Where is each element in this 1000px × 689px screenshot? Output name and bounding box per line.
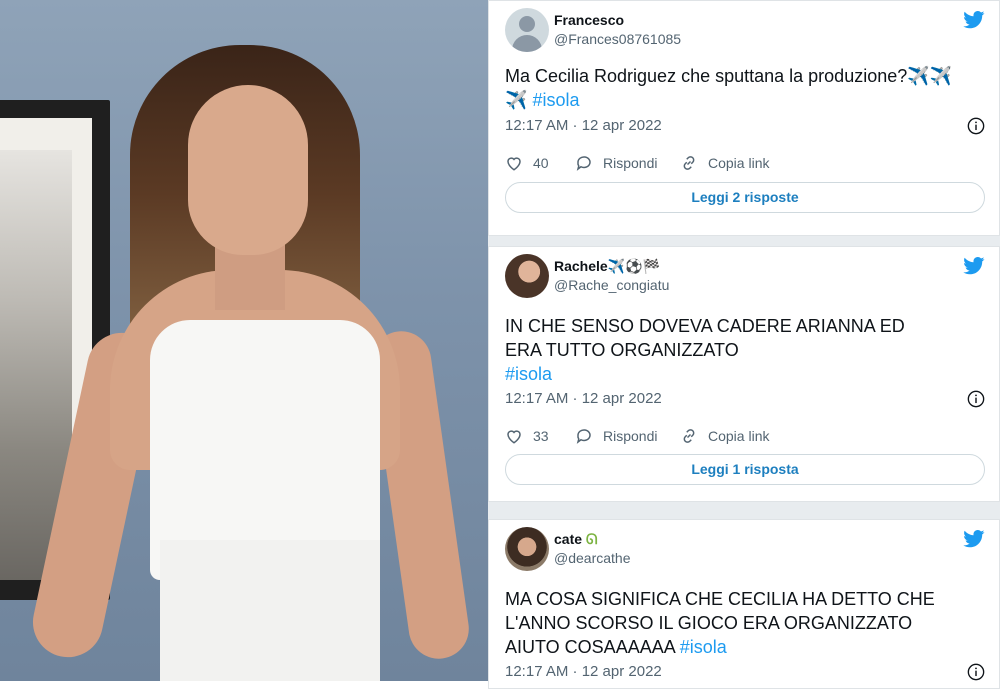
tweet-timestamp[interactable]: 12:17 AM · 12 apr 2022 <box>505 117 662 134</box>
reply-button[interactable]: Rispondi <box>575 427 657 445</box>
tweet-photo <box>0 0 488 681</box>
heart-icon <box>507 157 521 171</box>
link-icon <box>683 156 695 170</box>
info-icon[interactable] <box>967 663 985 681</box>
heart-icon <box>507 430 521 444</box>
white-shorts <box>160 540 380 681</box>
tweet-card: Francesco @Frances08761085 Ma Cecilia Ro… <box>488 0 1000 236</box>
copy-link-button[interactable]: Copia link <box>680 154 769 172</box>
reply-label: Rispondi <box>603 155 658 171</box>
twitter-bird-icon[interactable] <box>963 11 985 29</box>
face <box>188 85 308 255</box>
hashtag-link[interactable]: #isola <box>505 364 552 384</box>
like-count: 33 <box>533 428 549 444</box>
tweet-card: cate ᘏ @dearcathe MA COSA SIGNIFICA CHE … <box>488 519 1000 689</box>
like-button[interactable]: 33 <box>505 427 549 445</box>
like-count: 40 <box>533 155 549 171</box>
twitter-bird-icon[interactable] <box>963 257 985 275</box>
reply-label: Rispondi <box>603 428 658 444</box>
avatar[interactable] <box>505 527 549 571</box>
tweet-timestamp[interactable]: 12:17 AM · 12 apr 2022 <box>505 663 662 680</box>
hashtag-link[interactable]: #isola <box>680 637 727 657</box>
author-handle[interactable]: @Frances08761085 <box>554 31 681 47</box>
tweet-timestamp[interactable]: 12:17 AM · 12 apr 2022 <box>505 390 662 407</box>
copy-link-button[interactable]: Copia link <box>680 427 769 445</box>
tweet-text-body: IN CHE SENSO DOVEVA CADERE ARIANNA ED ER… <box>505 316 905 360</box>
tweet-card: Rachele✈️⚽️🏁 @Rache_congiatu IN CHE SENS… <box>488 246 1000 502</box>
tweet-feed: Francesco @Frances08761085 Ma Cecilia Ro… <box>488 0 1000 689</box>
read-replies-button[interactable]: Leggi 1 risposta <box>505 454 985 485</box>
author-handle[interactable]: @Rache_congiatu <box>554 277 669 293</box>
like-button[interactable]: 40 <box>505 154 549 172</box>
author-name[interactable]: Rachele✈️⚽️🏁 <box>554 258 660 275</box>
copy-link-label: Copia link <box>708 155 770 171</box>
author-name-text: cate <box>554 531 583 547</box>
copy-link-label: Copia link <box>708 428 770 444</box>
link-icon <box>683 429 695 443</box>
tweet-text: Ma Cecilia Rodriguez che sputtana la pro… <box>505 64 975 112</box>
author-name-emoji: ᘏ <box>585 531 598 547</box>
author-handle[interactable]: @dearcathe <box>554 550 630 566</box>
avatar[interactable] <box>505 254 549 298</box>
tweet-text: IN CHE SENSO DOVEVA CADERE ARIANNA ED ER… <box>505 314 945 386</box>
avatar[interactable] <box>505 8 549 52</box>
twitter-bird-icon[interactable] <box>963 530 985 548</box>
author-name[interactable]: Francesco <box>554 12 624 28</box>
reply-bubble-icon <box>576 429 591 444</box>
read-replies-button[interactable]: Leggi 2 risposte <box>505 182 985 213</box>
author-name[interactable]: cate ᘏ <box>554 531 598 548</box>
reply-bubble-icon <box>576 156 591 171</box>
info-icon[interactable] <box>967 390 985 408</box>
info-icon[interactable] <box>967 117 985 135</box>
tweet-text: MA COSA SIGNIFICA CHE CECILIA HA DETTO C… <box>505 587 970 659</box>
reply-button[interactable]: Rispondi <box>575 154 657 172</box>
hashtag-link[interactable]: #isola <box>532 90 579 110</box>
